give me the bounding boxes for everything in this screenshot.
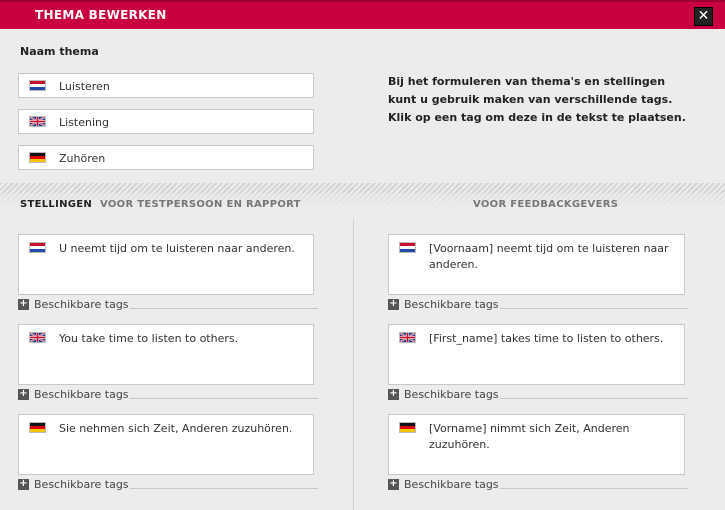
edit-theme-dialog: THEMA BEWERKEN ✕ Naam thema Luisteren Li…: [0, 0, 725, 510]
plus-icon: +: [388, 298, 399, 310]
tab-testpersoon-rapport[interactable]: VOOR TESTPERSOON EN RAPPORT: [100, 199, 301, 210]
plus-icon: +: [18, 478, 29, 490]
flag-nl-icon: [399, 242, 416, 253]
statement-text: Sie nehmen sich Zeit, Anderen zuzuhören.: [59, 422, 293, 435]
available-tags-label: Beschikbare tags: [404, 298, 499, 311]
dialog-title: THEMA BEWERKEN: [35, 8, 167, 22]
statement-text: U neemt tijd om te luisteren naar andere…: [59, 242, 295, 255]
plus-icon: +: [388, 478, 399, 490]
feedback-statement-textarea-en[interactable]: [First_name] takes time to listen to oth…: [388, 324, 685, 385]
plus-icon: +: [18, 298, 29, 310]
feedback-statement-textarea-de[interactable]: [Vorname] nimmt sich Zeit, Anderen zuzuh…: [388, 414, 685, 475]
statement-text: [Voornaam] neemt tijd om te luisteren na…: [429, 242, 669, 271]
dialog-titlebar: THEMA BEWERKEN ✕: [0, 0, 725, 29]
flag-nl-icon: [29, 242, 46, 253]
flag-nl-icon: [29, 80, 46, 91]
statement-textarea-en[interactable]: You take time to listen to others.: [18, 324, 314, 385]
available-tags-toggle[interactable]: + Beschikbare tags: [388, 478, 688, 492]
theme-name-value: Listening: [59, 116, 109, 129]
available-tags-toggle[interactable]: + Beschikbare tags: [388, 388, 688, 402]
available-tags-label: Beschikbare tags: [34, 298, 129, 311]
statement-text: You take time to listen to others.: [59, 332, 239, 345]
close-icon[interactable]: ✕: [694, 7, 713, 26]
available-tags-label: Beschikbare tags: [34, 388, 129, 401]
available-tags-toggle[interactable]: + Beschikbare tags: [388, 298, 688, 312]
flag-de-icon: [29, 152, 46, 163]
available-tags-label: Beschikbare tags: [34, 478, 129, 491]
available-tags-label: Beschikbare tags: [404, 388, 499, 401]
tab-feedbackgevers[interactable]: VOOR FEEDBACKGEVERS: [473, 199, 618, 210]
flag-de-icon: [399, 422, 416, 433]
theme-name-input-de[interactable]: Zuhören: [18, 145, 314, 170]
flag-gb-icon: [29, 116, 46, 127]
statement-text: [First_name] takes time to listen to oth…: [429, 332, 664, 345]
column-divider: [353, 219, 354, 510]
flag-gb-icon: [29, 332, 46, 343]
theme-name-value: Luisteren: [59, 80, 110, 93]
theme-name-input-en[interactable]: Listening: [18, 109, 314, 134]
flag-gb-icon: [399, 332, 416, 343]
available-tags-toggle[interactable]: + Beschikbare tags: [18, 298, 318, 312]
available-tags-toggle[interactable]: + Beschikbare tags: [18, 478, 318, 492]
statement-text: [Vorname] nimmt sich Zeit, Anderen zuzuh…: [429, 422, 630, 451]
available-tags-label: Beschikbare tags: [404, 478, 499, 491]
feedback-statement-textarea-nl[interactable]: [Voornaam] neemt tijd om te luisteren na…: [388, 234, 685, 295]
theme-name-input-nl[interactable]: Luisteren: [18, 73, 314, 98]
theme-name-value: Zuhören: [59, 152, 106, 165]
theme-name-label: Naam thema: [20, 45, 99, 58]
plus-icon: +: [18, 388, 29, 400]
plus-icon: +: [388, 388, 399, 400]
tab-stellingen[interactable]: STELLINGEN: [20, 199, 92, 210]
tags-help-text: Bij het formuleren van thema's en stelli…: [388, 75, 686, 124]
flag-de-icon: [29, 422, 46, 433]
statement-textarea-nl[interactable]: U neemt tijd om te luisteren naar andere…: [18, 234, 314, 295]
available-tags-toggle[interactable]: + Beschikbare tags: [18, 388, 318, 402]
statement-textarea-de[interactable]: Sie nehmen sich Zeit, Anderen zuzuhören.: [18, 414, 314, 475]
